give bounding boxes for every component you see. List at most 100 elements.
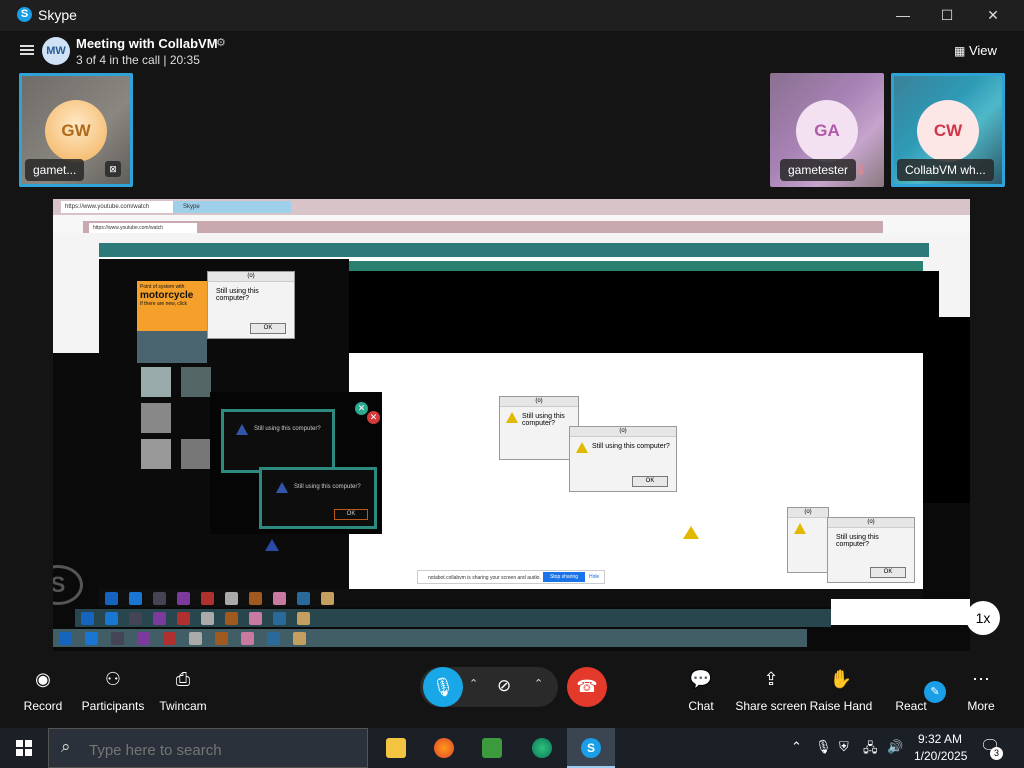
- view-button[interactable]: ▦ View: [954, 43, 997, 58]
- warning-icon: [276, 482, 288, 493]
- app-icon: [201, 612, 214, 625]
- maximize-button[interactable]: ☐: [924, 0, 970, 31]
- app-icon: [225, 592, 238, 605]
- participant-tile-gw[interactable]: GW gamet... ⊠: [19, 73, 133, 187]
- close-icon[interactable]: ✕: [355, 402, 368, 415]
- glitch-taskbar: [53, 629, 807, 647]
- camera-options-chevron-up-icon[interactable]: ⌃: [534, 677, 543, 690]
- call-header: MW Meeting with CollabVM 3 of 4 in the c…: [0, 31, 1024, 71]
- participant-name: CollabVM wh...: [897, 159, 994, 181]
- network-icon[interactable]: 🖧: [863, 739, 878, 761]
- skype-icon: S: [581, 738, 601, 758]
- start-icon: [105, 592, 118, 605]
- dialog-title: (o): [208, 272, 294, 282]
- dialog-body: Still using this computer?: [570, 437, 676, 453]
- skype-watermark-icon: S: [53, 565, 83, 605]
- participant-name: gamet...: [25, 159, 85, 181]
- taskbar-chart-app[interactable]: [468, 728, 516, 768]
- app-icon: [225, 612, 238, 625]
- participant-tile-ga[interactable]: GA gametester 🎙: [770, 73, 884, 187]
- windows-logo-icon: [16, 740, 32, 756]
- hamburger-menu-icon[interactable]: [20, 45, 34, 47]
- volume-icon[interactable]: 🔊: [887, 739, 903, 755]
- start-button[interactable]: [0, 728, 48, 768]
- stop-sharing-button[interactable]: Stop sharing: [543, 572, 585, 582]
- hide-button[interactable]: Hide: [589, 572, 603, 582]
- avatar: GA: [796, 100, 858, 162]
- taskbar-file-explorer[interactable]: [372, 728, 420, 768]
- app-icon: [163, 632, 176, 645]
- twincam-button[interactable]: ⎙ Twincam: [138, 651, 228, 728]
- notification-count-badge: 3: [990, 747, 1003, 760]
- close-button[interactable]: ✕: [970, 0, 1016, 31]
- meeting-avatar: MW: [42, 37, 70, 65]
- search-input[interactable]: [87, 739, 361, 761]
- gear-icon[interactable]: ⚙: [216, 36, 226, 49]
- folder-icon: [386, 738, 406, 758]
- dark-panel-top: [349, 271, 939, 353]
- mic-options-chevron-up-icon[interactable]: ⌃: [469, 677, 478, 690]
- avatar: CW: [917, 100, 979, 162]
- avatar: GW: [45, 100, 107, 162]
- app-icon: [177, 612, 190, 625]
- microphone-tray-icon[interactable]: 🎙: [815, 739, 832, 755]
- ok-button[interactable]: OK: [334, 509, 368, 520]
- dialog-message: Still using this computer?: [836, 534, 879, 548]
- camera-off-icon[interactable]: ⊘: [497, 676, 511, 696]
- meeting-title: Meeting with CollabVM: [76, 36, 218, 51]
- taskbar-skype[interactable]: S: [567, 728, 615, 768]
- error-icon: ✕: [367, 411, 380, 424]
- app-icon: [249, 612, 262, 625]
- dialog-message: Still using this computer?: [522, 413, 565, 427]
- taskbar-firefox[interactable]: [420, 728, 468, 768]
- microphone-button[interactable]: 🎙: [423, 667, 463, 707]
- taskbar-search[interactable]: ⌕: [48, 728, 368, 768]
- teal-tab-strip: [99, 243, 929, 257]
- app-icon: [189, 632, 202, 645]
- browser-tab-skype: Skype: [173, 201, 291, 213]
- ad-line2: If there are new, click: [140, 301, 187, 307]
- inner-browser-tab: https://www.youtube.com/watch: [89, 223, 197, 233]
- ok-button[interactable]: OK: [632, 476, 668, 487]
- more-button[interactable]: ⋯ More: [936, 651, 1024, 728]
- playback-speed-badge[interactable]: 1x: [966, 601, 1000, 635]
- participant-tile-cw[interactable]: CW CollabVM wh...: [891, 73, 1005, 187]
- muted-mic-icon: 🎙: [854, 165, 867, 176]
- thumbnail: [181, 367, 211, 397]
- start-icon: [81, 612, 94, 625]
- app-icon: [297, 592, 310, 605]
- app-icon: [297, 612, 310, 625]
- app-icon: [321, 592, 334, 605]
- skype-logo-icon: S: [17, 7, 32, 22]
- ie-icon: [85, 632, 98, 645]
- still-using-dialog: (o) Still using this computer?: [499, 396, 579, 460]
- taskbar-edge[interactable]: [518, 728, 566, 768]
- chevron-up-icon[interactable]: ⌃: [791, 739, 802, 755]
- dialog-message: Still using this computer?: [592, 443, 670, 450]
- hang-up-button[interactable]: ☎: [567, 667, 607, 707]
- still-using-dialog-fragment: (o): [787, 507, 829, 573]
- still-using-dialog: (o) Still using this computer? OK: [569, 426, 677, 492]
- call-controls-bar: ◉ Record ⚇ Participants ⎙ Twincam 🎙 ⌃ ⊘ …: [0, 651, 1024, 728]
- firefox-icon: [434, 738, 454, 758]
- ad-banner[interactable]: Point of system with motorcycle If there…: [137, 281, 207, 331]
- system-clock[interactable]: 9:32 AM 1/20/2025: [914, 731, 967, 765]
- app-icon: [111, 632, 124, 645]
- dialog-title: (o): [828, 518, 914, 528]
- dialog-title: (o): [570, 427, 676, 437]
- warning-icon: [265, 539, 279, 551]
- app-icon: [215, 632, 228, 645]
- still-using-dialog: (o) Still using this computer? OK: [827, 517, 915, 583]
- ok-button[interactable]: OK: [250, 323, 286, 334]
- glitch-dialog: Still using this computer?: [221, 409, 335, 473]
- minimize-button[interactable]: —: [880, 0, 926, 31]
- grid-icon: ▦: [954, 44, 966, 58]
- window-title-bar: S Skype — ☐ ✕: [0, 0, 1024, 31]
- security-icon[interactable]: ⛨: [839, 739, 849, 755]
- microphone-icon: 🎙: [431, 677, 455, 697]
- app-icon: [249, 592, 262, 605]
- app-icon: [153, 612, 166, 625]
- ok-button[interactable]: OK: [870, 567, 906, 578]
- thumbnail: [181, 439, 211, 469]
- dialog-message: Still using this computer?: [254, 426, 321, 432]
